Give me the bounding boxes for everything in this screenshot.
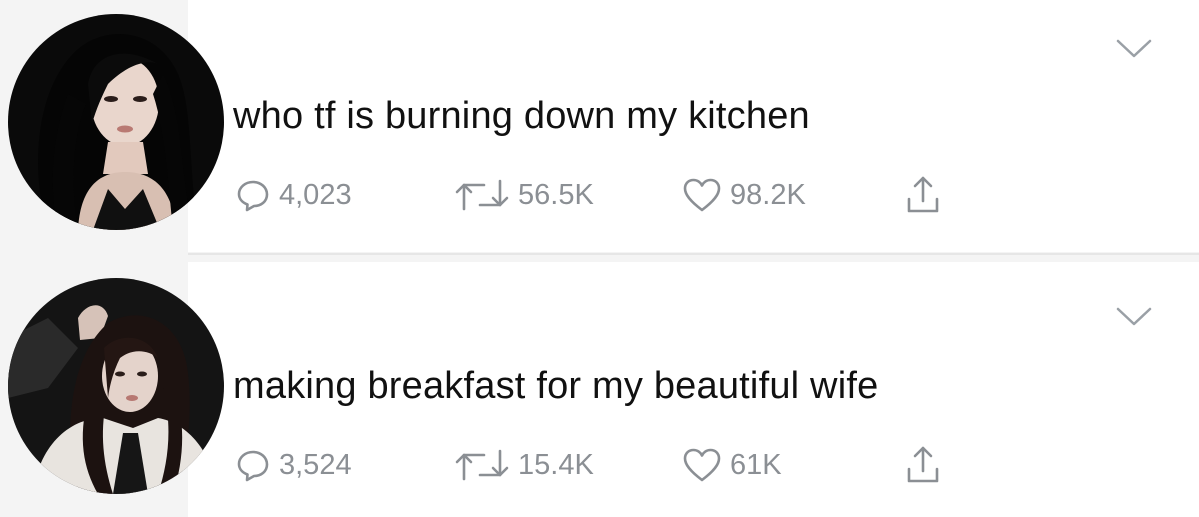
reply-button[interactable]: 3,524: [235, 445, 352, 485]
like-button[interactable]: 98.2K: [682, 175, 806, 215]
reply-button[interactable]: 4,023: [235, 175, 352, 215]
reply-count: 4,023: [279, 178, 352, 211]
share-upload-icon: [907, 446, 939, 483]
tweet-text: making breakfast for my beautiful wife: [233, 365, 879, 407]
avatar[interactable]: [8, 14, 224, 230]
tweet: who tf is burning down my kitchen 4,023 …: [0, 0, 1199, 258]
reply-count: 3,524: [279, 448, 352, 481]
reply-bubble-icon: [237, 450, 269, 482]
share-upload-icon: [907, 176, 939, 213]
like-button[interactable]: 61K: [682, 445, 782, 485]
like-count: 61K: [730, 448, 782, 481]
share-button[interactable]: [903, 175, 943, 215]
tweet: making breakfast for my beautiful wife 3…: [0, 258, 1199, 517]
chevron-down-icon: [1116, 39, 1152, 58]
like-count: 98.2K: [730, 178, 806, 211]
heart-icon: [683, 178, 721, 212]
retweet-icon: [455, 179, 509, 211]
retweet-button[interactable]: 15.4K: [454, 445, 594, 485]
share-button[interactable]: [903, 445, 943, 485]
retweet-button[interactable]: 56.5K: [454, 175, 594, 215]
avatar-photo: [8, 278, 224, 494]
retweet-count: 56.5K: [518, 178, 594, 211]
heart-icon: [683, 448, 721, 482]
tweet-text: who tf is burning down my kitchen: [233, 95, 810, 137]
chevron-down-icon: [1116, 307, 1152, 326]
divider: [188, 253, 1199, 255]
tweet-menu-button[interactable]: [1115, 38, 1153, 60]
reply-bubble-icon: [237, 180, 269, 212]
retweet-count: 15.4K: [518, 448, 594, 481]
retweet-icon: [455, 449, 509, 481]
avatar[interactable]: [8, 278, 224, 494]
avatar-photo: [8, 14, 224, 230]
tweet-menu-button[interactable]: [1115, 306, 1153, 328]
